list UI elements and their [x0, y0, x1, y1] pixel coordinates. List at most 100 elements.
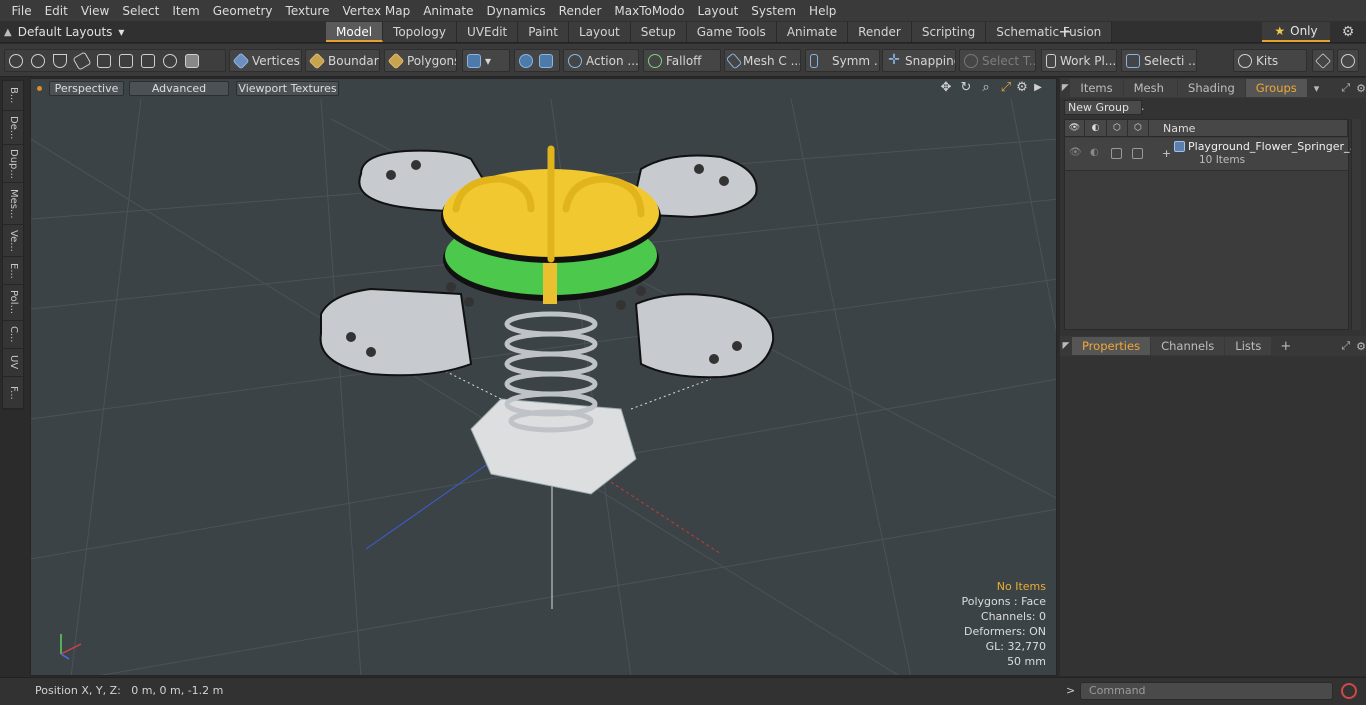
- add-tab-icon[interactable]: +: [1280, 339, 1291, 354]
- menu-item[interactable]: Item: [166, 4, 206, 18]
- left-tab-fusion[interactable]: F...: [3, 377, 23, 409]
- groups-scrollbar[interactable]: [1351, 119, 1361, 330]
- expand-plus-icon[interactable]: +: [1162, 147, 1171, 160]
- select-through-button[interactable]: Select T...: [959, 49, 1036, 72]
- falloff-button[interactable]: Falloff: [643, 49, 721, 72]
- left-tab-curve[interactable]: C...: [3, 321, 23, 349]
- visibility-eye-icon[interactable]: 👁: [1069, 147, 1082, 158]
- action-center-button[interactable]: Action ...: [563, 49, 639, 72]
- tab-properties[interactable]: Properties: [1071, 337, 1151, 355]
- tab-shading[interactable]: Shading: [1178, 79, 1245, 97]
- maximize-icon[interactable]: ⤢: [998, 80, 1014, 96]
- menu-select[interactable]: Select: [116, 4, 166, 18]
- workplane-button[interactable]: Work Pl...: [1041, 49, 1117, 72]
- springer-model[interactable]: [319, 145, 775, 495]
- menu-help[interactable]: Help: [803, 4, 843, 18]
- eye-icon[interactable]: 👁: [1065, 120, 1085, 137]
- select-checkbox[interactable]: [1132, 148, 1143, 159]
- tab-scripting[interactable]: Scripting: [911, 22, 987, 42]
- pie-icon[interactable]: [163, 53, 177, 68]
- left-tab-mesh-edit[interactable]: Mes...: [3, 183, 23, 225]
- select-icon[interactable]: ⬡: [1128, 120, 1149, 137]
- symmetry-button[interactable]: Symm ...: [805, 49, 880, 72]
- globe-icon[interactable]: [31, 53, 45, 68]
- 3d-viewport[interactable]: Perspective Advanced Viewport Textures ✥…: [30, 78, 1057, 676]
- only-button[interactable]: ★ Only: [1262, 22, 1330, 42]
- command-input[interactable]: Command: [1080, 682, 1333, 700]
- tab-channels[interactable]: Channels: [1151, 337, 1225, 355]
- item-mode-dropdown[interactable]: ▾: [462, 49, 510, 72]
- left-tab-duplicate[interactable]: Dup...: [3, 145, 23, 183]
- menu-dynamics[interactable]: Dynamics: [480, 4, 552, 18]
- viewport-menu-dot[interactable]: [37, 86, 42, 91]
- tab-lists[interactable]: Lists: [1225, 337, 1272, 355]
- panel-expand-icon[interactable]: ⤢: [1341, 81, 1350, 95]
- vertices-button[interactable]: Vertices: [229, 49, 302, 72]
- advanced-dropdown[interactable]: Advanced: [129, 81, 229, 96]
- left-tab-edge[interactable]: E...: [3, 257, 23, 285]
- square-target-icon[interactable]: [141, 53, 155, 68]
- column-name[interactable]: Name: [1149, 120, 1348, 137]
- polygons-button[interactable]: Polygons: [384, 49, 457, 72]
- gear-icon[interactable]: ⚙: [1338, 22, 1358, 42]
- transform-icon[interactable]: [97, 53, 111, 68]
- menu-file[interactable]: File: [5, 4, 38, 18]
- kits-button[interactable]: Kits: [1233, 49, 1307, 72]
- menu-layout[interactable]: Layout: [691, 4, 745, 18]
- group-row[interactable]: 👁 ◐ + Playground_Flower_Springer_... 10 …: [1065, 138, 1360, 171]
- tab-layout[interactable]: Layout: [568, 22, 631, 42]
- new-group-button[interactable]: New Group: [1064, 100, 1142, 115]
- menu-animate[interactable]: Animate: [417, 4, 480, 18]
- menu-edit[interactable]: Edit: [38, 4, 74, 18]
- layout-up-icon[interactable]: ▲: [4, 27, 12, 38]
- menu-maxtomodo[interactable]: MaxToModo: [608, 4, 691, 18]
- tab-mesh[interactable]: Mesh ...: [1123, 79, 1178, 113]
- selection-sets-button[interactable]: Selecti ...: [1121, 49, 1197, 72]
- mesh-constraint-button[interactable]: Mesh C ...: [724, 49, 801, 72]
- rotate-icon[interactable]: ↻: [958, 80, 974, 96]
- zoom-icon[interactable]: ⌕: [978, 80, 994, 96]
- tab-schematic-fusion[interactable]: Schematic Fusion: [986, 22, 1113, 42]
- expand-arrow-icon[interactable]: ▶: [1030, 80, 1046, 96]
- tab-paint[interactable]: Paint: [518, 22, 569, 42]
- panel-gear-icon[interactable]: ⚙: [1356, 340, 1366, 353]
- boundary-button[interactable]: Boundary: [305, 49, 380, 72]
- tab-uvedit[interactable]: UVEdit: [457, 22, 519, 42]
- panel-menu-icon[interactable]: ◤: [1060, 83, 1070, 93]
- panel-expand-icon[interactable]: ⤢: [1341, 339, 1350, 353]
- panel-menu-icon[interactable]: ◤: [1060, 341, 1072, 351]
- tab-items[interactable]: Items: [1070, 79, 1123, 97]
- menu-texture[interactable]: Texture: [279, 4, 336, 18]
- lock-icon[interactable]: ⬡: [1107, 120, 1128, 137]
- dice-icon[interactable]: [539, 53, 553, 68]
- add-tab-icon[interactable]: +: [1057, 22, 1073, 42]
- unreal-button[interactable]: [1337, 49, 1359, 72]
- perspective-dropdown[interactable]: Perspective: [49, 81, 124, 96]
- menu-vertex-map[interactable]: Vertex Map: [336, 4, 417, 18]
- menu-render[interactable]: Render: [552, 4, 608, 18]
- left-tab-deform[interactable]: De...: [3, 111, 23, 145]
- tab-topology[interactable]: Topology: [383, 22, 458, 42]
- render-icon[interactable]: ◐: [1085, 120, 1107, 137]
- circle-select-icon[interactable]: [9, 53, 23, 68]
- viewport-textures-dropdown[interactable]: Viewport Textures: [236, 81, 339, 96]
- solid-cube-icon[interactable]: [185, 53, 199, 68]
- left-tab-uv[interactable]: UV: [3, 349, 23, 377]
- left-tab-polygon[interactable]: Pol...: [3, 285, 23, 321]
- sphere-snap-icon[interactable]: [519, 53, 533, 68]
- left-tab-vertex[interactable]: Ve...: [3, 225, 23, 257]
- snapping-button[interactable]: ✛ Snapping: [882, 49, 956, 72]
- tab-groups[interactable]: Groups: [1245, 79, 1307, 97]
- shield-icon[interactable]: [53, 53, 67, 68]
- menu-system[interactable]: System: [745, 4, 803, 18]
- tab-model[interactable]: Model: [326, 22, 384, 42]
- lock-checkbox[interactable]: [1111, 148, 1122, 159]
- tab-setup[interactable]: Setup: [630, 22, 687, 42]
- left-tab-basic[interactable]: B...: [3, 81, 23, 111]
- unity-button[interactable]: [1312, 49, 1334, 72]
- menu-geometry[interactable]: Geometry: [206, 4, 279, 18]
- pan-icon[interactable]: ✥: [938, 80, 954, 96]
- panel-gear-icon[interactable]: ⚙: [1356, 82, 1366, 95]
- align-icon[interactable]: [119, 53, 133, 68]
- tab-game-tools[interactable]: Game Tools: [686, 22, 777, 42]
